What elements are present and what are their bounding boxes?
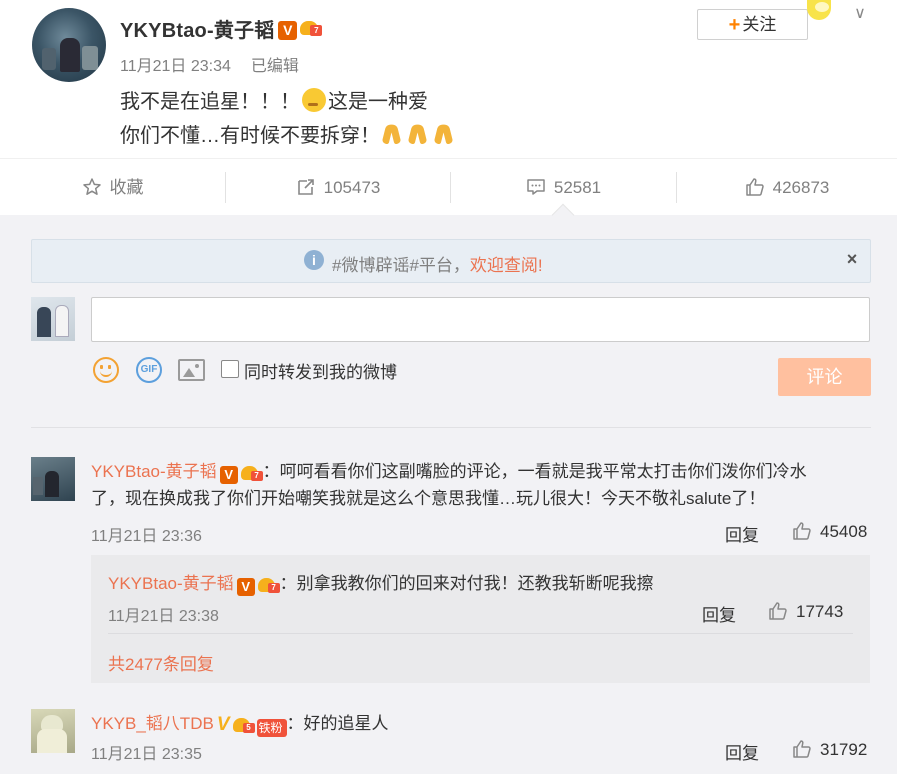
rumor-notice-banner: i #微博辟谣#平台，欢迎查阅! × <box>31 239 871 283</box>
notice-text: #微博辟谣#平台，欢迎查阅! <box>332 256 543 275</box>
author-avatar[interactable] <box>32 8 106 82</box>
vip-crown-icon: 7 <box>300 17 323 36</box>
comment-avatar[interactable] <box>31 457 75 501</box>
thumbs-up-icon <box>769 602 787 620</box>
post-text-line1: 我不是在追星！！！ 这是一种爱 <box>120 85 428 114</box>
gif-icon[interactable]: GIF <box>136 357 162 383</box>
repost-checkbox[interactable] <box>221 360 239 378</box>
comment-like-button[interactable]: 45408 <box>792 521 867 542</box>
post-author-name[interactable]: YKYBtao-黄子韬 <box>120 20 274 42</box>
info-icon: i <box>304 250 324 270</box>
follow-button[interactable]: + 关注 <box>697 9 808 40</box>
sub-comment-like-button[interactable]: 17743 <box>768 601 843 622</box>
decoration-icon <box>805 0 835 24</box>
comment-time[interactable]: 11月21日 23:36 <box>91 522 202 546</box>
pray-emoji-icon <box>380 122 404 146</box>
comment-author-line: YKYB_韬八TDB V 5 铁粉 ：好的追星人 <box>91 709 389 737</box>
reply-button[interactable]: 回复 <box>725 739 759 764</box>
vip-crown-icon: 7 <box>240 462 263 481</box>
thinking-emoji-icon <box>302 88 326 112</box>
weibo-post: YKYBtao-黄子韬 V 7 11月21日 23:34 已编辑 我不是在追星！！！这… <box>0 0 897 158</box>
repost-button[interactable]: 105473 <box>226 159 450 216</box>
thumbs-up-icon <box>793 740 811 758</box>
edited-label[interactable]: 已编辑 <box>251 58 299 75</box>
vip-crown-icon: 5 <box>232 714 255 733</box>
comment-author-name[interactable]: YKYBtao-黄子韬 <box>91 462 217 481</box>
vip-crown-icon: 7 <box>257 574 280 593</box>
post-author-line: YKYBtao-黄子韬 V 7 <box>120 14 323 43</box>
pray-emoji-icon <box>406 122 430 146</box>
plus-icon: + <box>728 14 741 36</box>
favorite-button[interactable]: 收藏 <box>0 159 225 216</box>
fan-badge: 铁粉 <box>256 719 287 737</box>
sub-reply-button[interactable]: 回复 <box>702 601 736 626</box>
comment-like-button[interactable]: 31792 <box>792 739 867 760</box>
comment-input[interactable] <box>91 297 870 342</box>
divider <box>31 427 871 428</box>
comment-text-continued: 了，现在换成我了你们开始嘲笑我就是这么个意思我懂…玩儿很大！今天不敬礼salut… <box>91 489 766 508</box>
sub-comment-author-line: YKYBtao-黄子韬 V 7 ：别拿我教你们的回来对付我！还教我斩断呢我擦 <box>108 569 654 596</box>
comment-time[interactable]: 11月21日 23:35 <box>91 740 202 764</box>
sub-comment-time[interactable]: 11月21日 23:38 <box>108 602 219 626</box>
notice-link[interactable]: 欢迎查阅! <box>470 256 543 275</box>
post-time[interactable]: 11月21日 23:34 <box>120 58 231 75</box>
emoji-icon[interactable] <box>93 357 119 383</box>
sub-comment-box: YKYBtao-黄子韬 V 7 ：别拿我教你们的回来对付我！还教我斩断呢我擦 11月2… <box>91 555 870 683</box>
submit-comment-button[interactable]: 评论 <box>778 358 871 396</box>
repost-icon <box>297 179 314 195</box>
comment-icon <box>527 179 545 195</box>
image-icon[interactable] <box>178 359 205 381</box>
reply-button[interactable]: 回复 <box>725 521 759 546</box>
post-meta: 11月21日 23:34 已编辑 <box>120 52 299 76</box>
comment-text: ：好的追星人 <box>286 714 389 733</box>
comment-avatar[interactable] <box>31 709 75 753</box>
view-all-replies-link[interactable]: 共2477条回复 <box>108 650 214 675</box>
like-button[interactable]: 426873 <box>677 159 897 216</box>
repost-checkbox-label[interactable]: 同时转发到我的微博 <box>244 358 397 383</box>
comment-author-name[interactable]: YKYB_韬八TDB <box>91 714 214 733</box>
sub-comment-author-name[interactable]: YKYBtao-黄子韬 <box>108 574 234 593</box>
verified-icon: V <box>236 578 255 596</box>
thumbs-up-icon <box>745 178 764 196</box>
verified-icon: V <box>216 714 230 735</box>
comment-text: ：呵呵看看你们这副嘴脸的评论，一看就是我平常太打击你们泼你们冷水 <box>262 462 807 481</box>
post-action-bar: 收藏 105473 52581 426873 <box>0 158 897 215</box>
comment-author-line: YKYBtao-黄子韬 V 7 ：呵呵看看你们这副嘴脸的评论，一看就是我平常太打击你们… <box>91 457 807 484</box>
verified-icon: V <box>219 466 238 484</box>
pray-emoji-icon <box>432 122 456 146</box>
verified-icon: V <box>278 21 298 40</box>
close-icon[interactable]: × <box>842 249 862 270</box>
star-icon <box>82 178 101 195</box>
comment-panel: i #微博辟谣#平台，欢迎查阅! × GIF 同时转发到我的微博 评论 YKYB… <box>0 215 897 774</box>
current-user-avatar[interactable] <box>31 297 75 341</box>
thumbs-up-icon <box>793 522 811 540</box>
sub-comment-text: ：别拿我教你们的回来对付我！还教我斩断呢我擦 <box>279 574 654 593</box>
post-text-line2: 你们不懂…有时候不要拆穿！ <box>120 119 458 148</box>
chevron-down-icon[interactable]: ∨ <box>848 3 872 23</box>
